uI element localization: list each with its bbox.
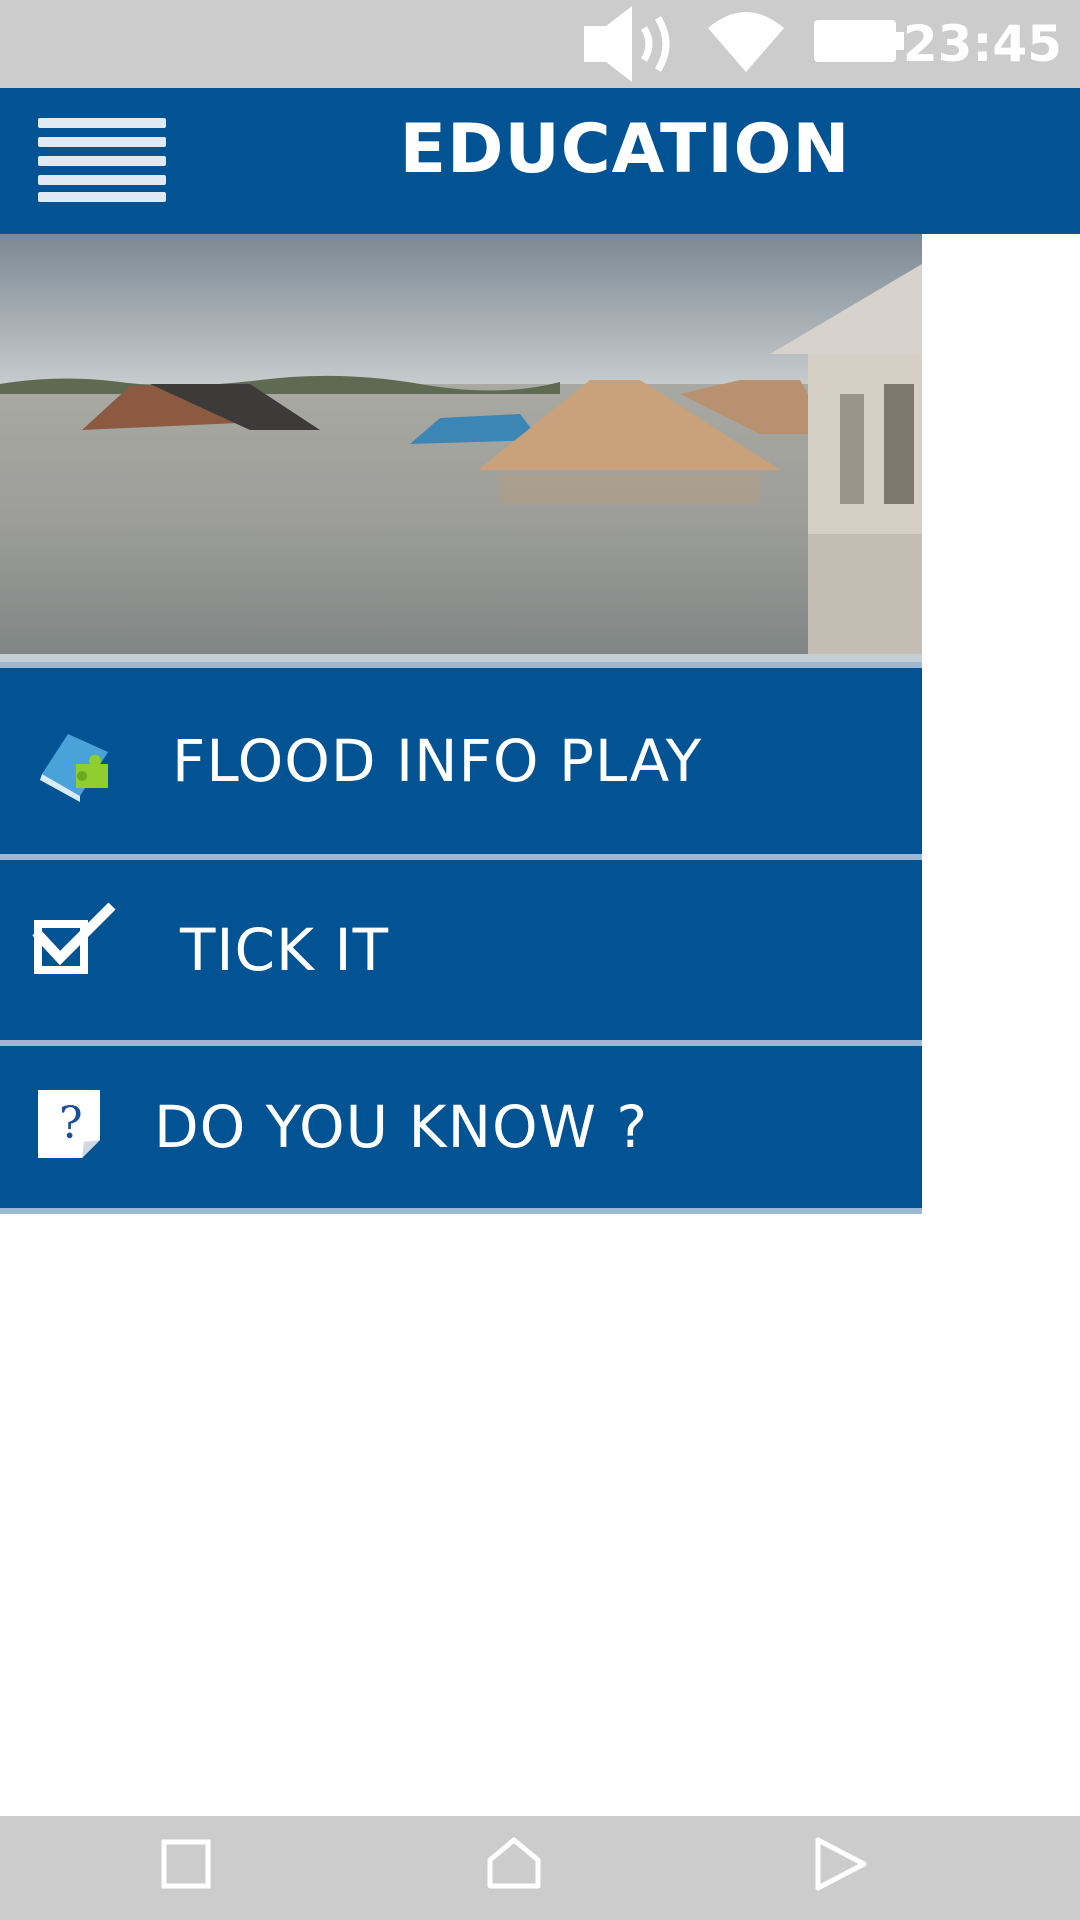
recents-square-icon[interactable] [158,1836,214,1892]
drawer-divider [0,1208,922,1214]
page-title: EDUCATION [399,110,851,189]
volume-icon [584,6,670,82]
drawer-item-label: FLOOD INFO PLAY [172,727,703,795]
system-nav-bar [0,1816,1080,1920]
status-bar: 23:45 [0,0,1080,88]
puzzle-book-icon [40,734,108,802]
checkbox-tick-icon [32,902,116,974]
back-triangle-icon[interactable] [812,1836,870,1892]
drawer-item-label: DO YOU KNOW ? [154,1093,649,1161]
drawer-item-tick-it[interactable]: TICK IT [0,854,922,1040]
battery-icon [814,20,904,62]
drawer-item-label: TICK IT [180,916,390,984]
drawer-item-flood-info-play[interactable]: FLOOD INFO PLAY [0,662,922,854]
wifi-icon [708,12,784,72]
status-time: 23:45 [902,15,1062,73]
flooded-houses-photo [0,234,922,662]
app-bar: EDUCATION [0,88,1080,234]
drawer-item-do-you-know[interactable]: ? DO YOU KNOW ? [0,1040,922,1208]
svg-text:?: ? [59,1098,83,1149]
question-note-icon: ? [38,1090,100,1158]
home-icon[interactable] [484,1836,544,1892]
